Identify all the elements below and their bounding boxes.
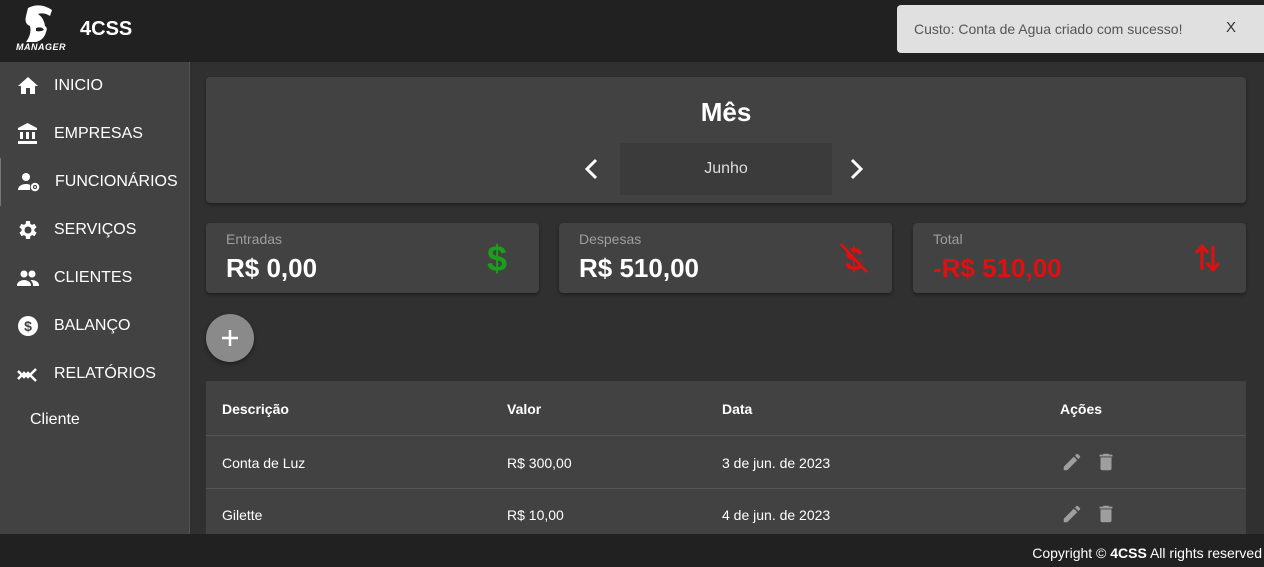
sidebar-item-servicos[interactable]: SERVIÇOS — [0, 206, 189, 254]
header-valor[interactable]: Valor — [507, 401, 541, 417]
total-card: Total -R$ 510,00 — [913, 223, 1246, 293]
logo-text: MANAGER — [16, 42, 66, 52]
chevron-left-icon[interactable] — [582, 157, 602, 181]
delete-icon[interactable] — [1095, 503, 1117, 525]
toast-message: Custo: Conta de Agua criado com sucesso! — [914, 21, 1183, 37]
user-gear-icon — [18, 173, 40, 192]
month-selector-card: Mês Junho — [206, 77, 1246, 203]
swap-vertical-icon — [1194, 243, 1221, 273]
entradas-card: Entradas R$ 0,00 $ — [206, 223, 539, 293]
sidebar-item-clientes[interactable]: CLIENTES — [0, 254, 189, 302]
gear-icon — [19, 221, 37, 239]
sidebar-subitem-cliente[interactable]: Cliente — [30, 411, 80, 429]
despesas-card: Despesas R$ 510,00 $ — [559, 223, 892, 293]
sidebar-item-funcionarios[interactable]: FUNCIONÁRIOS — [0, 158, 189, 206]
row-valor: R$ 300,00 — [507, 455, 572, 471]
entradas-value: R$ 0,00 — [226, 253, 318, 283]
add-button[interactable] — [206, 314, 254, 362]
table-row: Gilette R$ 10,00 4 de jun. de 2023 — [206, 489, 1246, 534]
header-data[interactable]: Data — [722, 401, 752, 417]
sidebar-item-balanco[interactable]: $ BALANÇO — [0, 302, 189, 350]
edit-icon[interactable] — [1061, 451, 1083, 473]
expenses-table: Descrição Valor Data Ações Conta de Luz … — [206, 381, 1246, 534]
sidebar-item-label: BALANÇO — [54, 317, 131, 334]
table-row: Conta de Luz R$ 300,00 3 de jun. de 2023 — [206, 437, 1246, 489]
sidebar-item-label: EMPRESAS — [54, 125, 143, 142]
copyright-text: Copyright © 4CSS All rights reserved — [1032, 545, 1262, 561]
toast-notification: Custo: Conta de Agua criado com sucesso!… — [897, 5, 1264, 53]
footer: Copyright © 4CSS All rights reserved — [0, 534, 1264, 567]
despesas-value: R$ 510,00 — [579, 253, 699, 283]
row-data: 3 de jun. de 2023 — [722, 455, 831, 471]
dollar-icon: $ — [487, 240, 507, 276]
sidebar-item-label: CLIENTES — [54, 269, 133, 286]
copyright-prefix: Copyright © — [1032, 545, 1107, 561]
sidebar-item-empresas[interactable]: EMPRESAS — [0, 110, 189, 158]
sidebar-item-label: RELATÓRIOS — [54, 365, 156, 382]
sidebar-item-relatorios[interactable]: RELATÓRIOS — [0, 350, 189, 398]
svg-text:$: $ — [24, 318, 32, 334]
sidebar-item-label: SERVIÇOS — [54, 221, 137, 238]
sidebar-item-label: INICIO — [54, 77, 103, 94]
toast-close-button[interactable]: X — [1226, 19, 1236, 36]
despesas-label: Despesas — [579, 231, 642, 247]
entradas-label: Entradas — [226, 231, 283, 247]
delete-icon[interactable] — [1095, 451, 1117, 473]
total-label: Total — [933, 231, 963, 247]
dollar-circle-icon: $ — [18, 316, 38, 336]
header-descricao[interactable]: Descrição — [222, 401, 289, 417]
row-descricao: Conta de Luz — [222, 455, 306, 471]
main-content: Mês Junho Entradas R$ 0,00 $ Despesas R$… — [190, 62, 1264, 534]
month-value: Junho — [620, 143, 832, 195]
header-acoes: Ações — [1060, 401, 1103, 417]
total-value: -R$ 510,00 — [933, 253, 1062, 283]
chart-icon — [17, 368, 37, 382]
money-off-icon: $ — [839, 241, 870, 276]
sidebar-item-label: FUNCIONÁRIOS — [55, 173, 178, 190]
people-icon — [17, 270, 39, 286]
row-valor: R$ 10,00 — [507, 507, 564, 523]
bank-icon — [18, 123, 37, 144]
row-data: 4 de jun. de 2023 — [722, 507, 831, 523]
svg-text:$: $ — [487, 240, 507, 276]
month-title: Mês — [700, 97, 752, 127]
table-header: Descrição Valor Data Ações — [206, 381, 1246, 436]
row-descricao: Gilette — [222, 507, 263, 523]
chevron-right-icon[interactable] — [846, 157, 866, 181]
sidebar-item-inicio[interactable]: INICIO — [0, 62, 189, 110]
sidebar: INICIO EMPRESAS FUNCIONÁRIOS SERVIÇOS CL… — [0, 62, 190, 534]
edit-icon[interactable] — [1061, 503, 1083, 525]
copyright-suffix: All rights reserved — [1149, 545, 1262, 561]
app-brand[interactable]: 4CSS — [80, 18, 132, 41]
copyright-brand: 4CSS — [1110, 545, 1147, 561]
home-icon — [18, 77, 38, 94]
